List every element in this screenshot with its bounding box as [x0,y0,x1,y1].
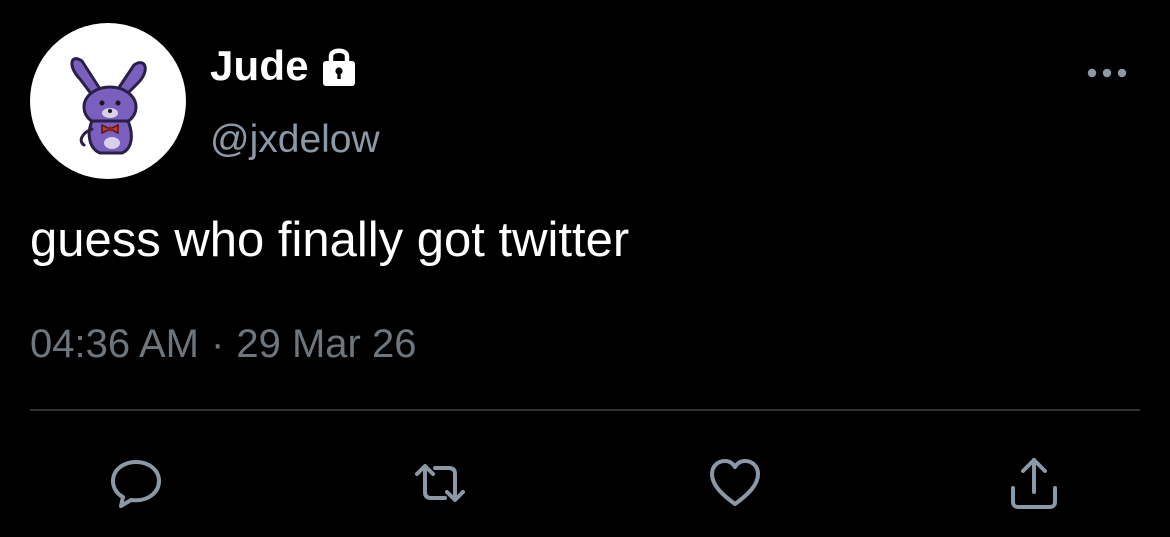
name-row: Jude [210,40,357,92]
like-button[interactable] [706,454,764,512]
divider [30,409,1140,411]
avatar[interactable] [30,23,186,179]
lock-icon [321,44,357,88]
display-name[interactable]: Jude [210,42,309,90]
tweet-text: guess who finally got twitter [30,213,630,267]
tweet-card: Jude @jxdelow guess who finally got twit… [0,0,1170,537]
tweet-timestamp[interactable]: 04:36 AM · 29 Mar 26 [30,322,416,367]
purple-bunny-avatar-icon [70,57,147,155]
retweet-button[interactable] [411,454,469,512]
reply-icon [111,460,161,508]
retweet-icon [415,464,465,502]
user-handle[interactable]: @jxdelow [210,118,380,162]
share-icon [1011,458,1057,509]
tweet-time: 04:36 AM [30,322,200,366]
heart-icon [710,459,760,506]
more-options-icon[interactable] [1084,58,1130,88]
tweet-date: 29 Mar 26 [236,322,417,366]
share-button[interactable] [1005,454,1063,512]
meta-separator: · [211,322,225,366]
reply-button[interactable] [107,454,165,512]
